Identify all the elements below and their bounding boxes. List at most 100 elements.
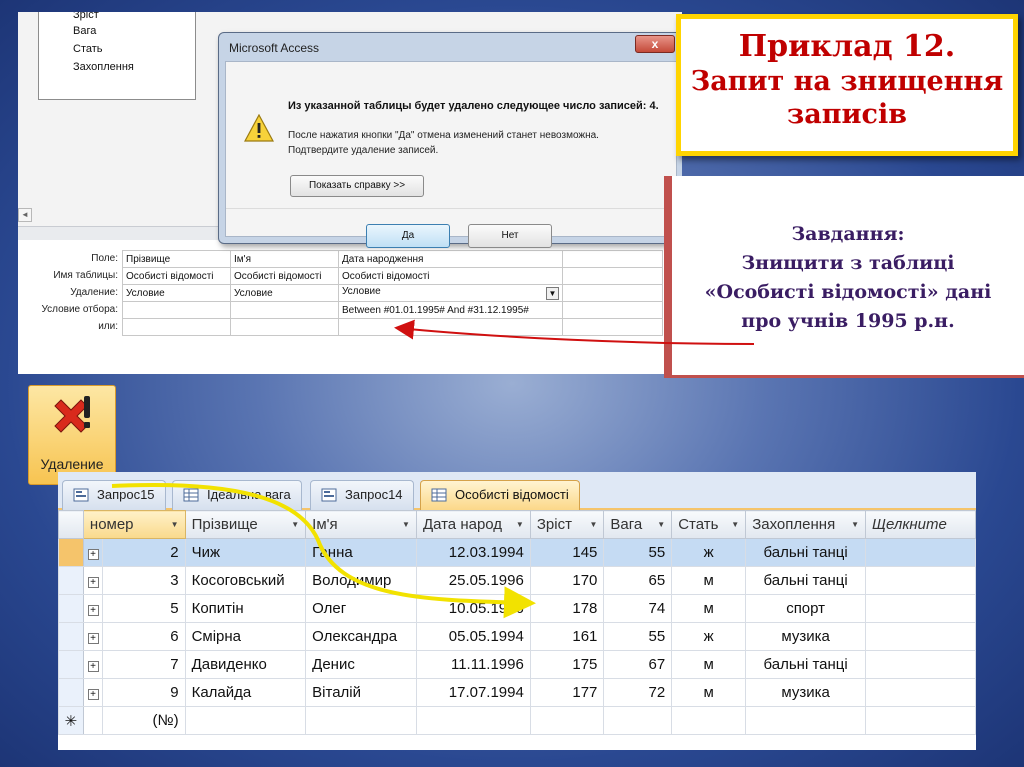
grid-cell-delete[interactable]: Условие bbox=[122, 284, 231, 302]
grid-cell-table[interactable]: Особисті відомості bbox=[230, 267, 339, 285]
table-cell[interactable]: бальні танці bbox=[745, 566, 867, 595]
row-selector[interactable] bbox=[58, 538, 84, 567]
dropdown-arrow-icon[interactable]: ▼ bbox=[516, 520, 524, 529]
expand-row-button[interactable]: + bbox=[82, 678, 104, 707]
table-cell[interactable]: Смірна bbox=[184, 622, 307, 651]
table-cell[interactable]: 5 bbox=[102, 594, 186, 623]
table-cell[interactable]: 11.11.1996 bbox=[415, 650, 531, 679]
column-header[interactable]: Дата народ ▼ bbox=[415, 510, 531, 539]
table-cell[interactable]: 175 bbox=[529, 650, 605, 679]
scroll-left-button[interactable]: ◄ bbox=[18, 208, 32, 222]
column-header[interactable]: Ім'я ▼ bbox=[305, 510, 417, 539]
table-cell[interactable]: Ганна bbox=[305, 538, 417, 567]
show-help-button[interactable]: Показать справку >> bbox=[290, 175, 424, 197]
column-header[interactable]: номер ▼ bbox=[82, 510, 186, 539]
expand-row-button[interactable]: + bbox=[82, 622, 104, 651]
table-cell-empty[interactable] bbox=[865, 678, 976, 707]
field-list-item[interactable]: Зріст bbox=[73, 12, 195, 22]
table-cell[interactable]: Олександра bbox=[305, 622, 417, 651]
table-cell-empty[interactable] bbox=[82, 706, 104, 735]
table-cell-empty[interactable] bbox=[745, 706, 867, 735]
grid-cell-delete[interactable]: Условие bbox=[230, 284, 339, 302]
table-cell[interactable]: м bbox=[671, 594, 747, 623]
grid-cell-or[interactable] bbox=[338, 318, 563, 336]
table-cell[interactable]: 10.05.1996 bbox=[415, 594, 531, 623]
row-selector[interactable] bbox=[58, 594, 84, 623]
table-cell-empty[interactable] bbox=[305, 706, 417, 735]
table-cell-empty[interactable] bbox=[415, 706, 531, 735]
table-cell[interactable]: 3 bbox=[102, 566, 186, 595]
expand-row-button[interactable]: + bbox=[82, 594, 104, 623]
tab-query14[interactable]: Запрос14 bbox=[310, 480, 414, 510]
row-selector[interactable] bbox=[58, 566, 84, 595]
table-cell[interactable]: Олег bbox=[305, 594, 417, 623]
table-cell-empty[interactable] bbox=[865, 594, 976, 623]
dropdown-arrow-icon[interactable]: ▼ bbox=[546, 287, 559, 300]
table-cell[interactable]: Чиж bbox=[184, 538, 307, 567]
table-cell[interactable]: 2 bbox=[102, 538, 186, 567]
grid-cell-empty[interactable] bbox=[562, 250, 663, 268]
table-cell[interactable]: ж bbox=[671, 622, 747, 651]
dropdown-arrow-icon[interactable]: ▼ bbox=[731, 520, 739, 529]
grid-cell-empty[interactable] bbox=[562, 284, 663, 302]
table-cell[interactable]: бальні танці bbox=[745, 650, 867, 679]
expand-row-button[interactable]: + bbox=[82, 566, 104, 595]
table-cell-empty[interactable] bbox=[865, 538, 976, 567]
table-cell[interactable]: 67 bbox=[603, 650, 673, 679]
table-row[interactable]: +5 Копитін Олег 10.05.1996 178 74 м спорт bbox=[58, 594, 976, 623]
table-cell-empty[interactable] bbox=[865, 566, 976, 595]
dropdown-arrow-icon[interactable]: ▼ bbox=[291, 520, 299, 529]
field-list-item[interactable]: Захоплення bbox=[73, 58, 195, 76]
table-cell[interactable]: 55 bbox=[603, 622, 673, 651]
table-cell[interactable]: 25.05.1996 bbox=[415, 566, 531, 595]
table-cell[interactable]: музика bbox=[745, 678, 867, 707]
tab-personal-info[interactable]: Особисті відомості bbox=[420, 480, 580, 510]
table-cell[interactable]: 72 bbox=[603, 678, 673, 707]
table-cell[interactable]: 12.03.1994 bbox=[415, 538, 531, 567]
grid-cell-table[interactable]: Особисті відомості bbox=[122, 267, 231, 285]
table-cell[interactable]: 6 bbox=[102, 622, 186, 651]
tab-ideal-weight[interactable]: Ідеальна вага bbox=[172, 480, 302, 510]
grid-cell-field[interactable]: Ім'я bbox=[230, 250, 339, 268]
grid-cell-field[interactable]: Дата народження bbox=[338, 250, 563, 268]
table-cell-empty[interactable] bbox=[184, 706, 307, 735]
table-cell[interactable]: 145 bbox=[529, 538, 605, 567]
column-header[interactable]: Зріст ▼ bbox=[529, 510, 605, 539]
dropdown-arrow-icon[interactable]: ▼ bbox=[657, 520, 665, 529]
table-cell[interactable]: Денис bbox=[305, 650, 417, 679]
table-cell[interactable]: 17.07.1994 bbox=[415, 678, 531, 707]
new-record-number[interactable]: (№) bbox=[102, 706, 186, 735]
table-cell-empty[interactable] bbox=[865, 706, 976, 735]
row-selector[interactable] bbox=[58, 650, 84, 679]
no-button[interactable]: Нет bbox=[468, 224, 552, 248]
table-cell[interactable]: Косоговський bbox=[184, 566, 307, 595]
table-cell[interactable]: 55 bbox=[603, 538, 673, 567]
dropdown-arrow-icon[interactable]: ▼ bbox=[851, 520, 859, 529]
table-row[interactable]: +7 Давиденко Денис 11.11.1996 175 67 м бальні т… bbox=[58, 650, 976, 679]
dropdown-arrow-icon[interactable]: ▼ bbox=[589, 520, 597, 529]
grid-cell-or[interactable] bbox=[230, 318, 339, 336]
table-row[interactable]: +2 Чиж Ганна 12.03.1994 145 55 ж бальні танці bbox=[58, 538, 976, 567]
grid-cell-criteria[interactable] bbox=[230, 301, 339, 319]
table-cell[interactable]: м bbox=[671, 566, 747, 595]
table-cell[interactable]: музика bbox=[745, 622, 867, 651]
table-cell[interactable]: Володимир bbox=[305, 566, 417, 595]
row-selector[interactable] bbox=[58, 678, 84, 707]
table-cell-empty[interactable] bbox=[671, 706, 747, 735]
grid-cell-criteria[interactable] bbox=[122, 301, 231, 319]
table-cell[interactable]: ж bbox=[671, 538, 747, 567]
table-cell[interactable]: 177 bbox=[529, 678, 605, 707]
table-cell[interactable]: Віталій bbox=[305, 678, 417, 707]
table-cell[interactable]: м bbox=[671, 678, 747, 707]
table-cell[interactable]: 161 bbox=[529, 622, 605, 651]
grid-cell-table[interactable]: Особисті відомості bbox=[338, 267, 563, 285]
grid-cell-empty[interactable] bbox=[562, 318, 663, 336]
table-cell[interactable]: м bbox=[671, 650, 747, 679]
table-cell-empty[interactable] bbox=[603, 706, 673, 735]
grid-cell-delete-select[interactable]: Условие ▼ bbox=[338, 284, 563, 302]
table-cell[interactable]: 74 bbox=[603, 594, 673, 623]
grid-cell-field[interactable]: Прізвище bbox=[122, 250, 231, 268]
delete-query-button[interactable]: Удаление bbox=[28, 385, 116, 485]
add-column-header[interactable]: Щелкните bbox=[865, 510, 976, 539]
table-cell[interactable]: 65 bbox=[603, 566, 673, 595]
